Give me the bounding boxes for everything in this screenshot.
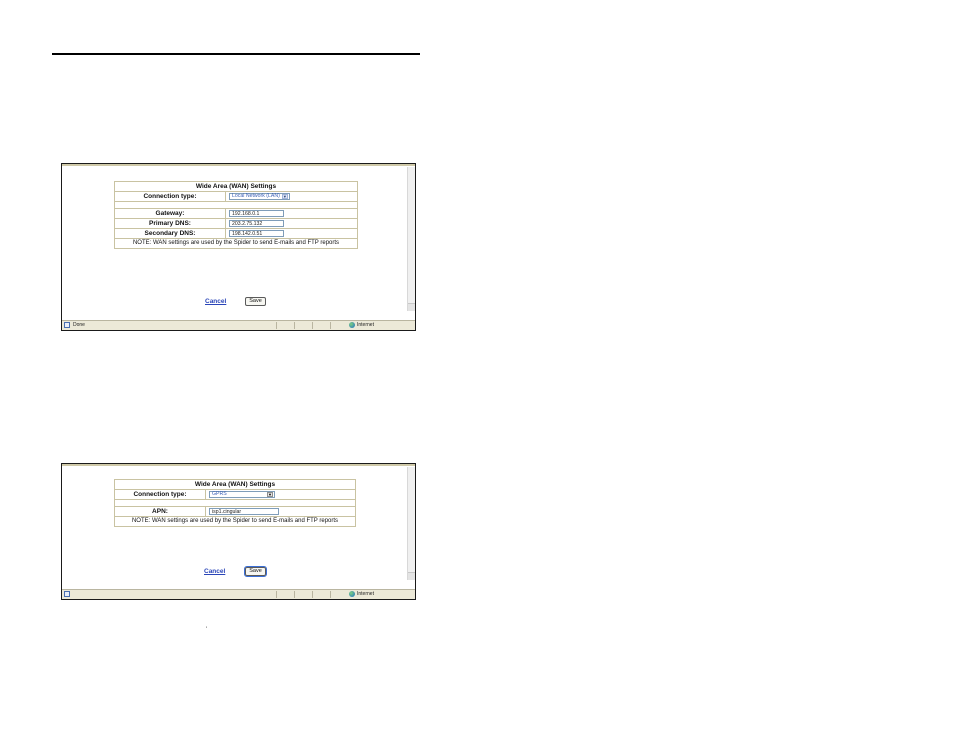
scroll-down-arrow[interactable] [408,572,415,580]
status-bar: Internet [62,589,415,599]
cancel-link[interactable]: Cancel [205,298,226,305]
wan-settings-title: Wide Area (WAN) Settings [114,181,358,192]
secondary-dns-label: Secondary DNS: [114,228,226,239]
wan-settings-table: Wide Area (WAN) Settings Connection type… [114,181,358,249]
apn-label: APN: [114,506,206,517]
cancel-link[interactable]: Cancel [204,568,225,575]
wan-note: NOTE: WAN settings are used by the Spide… [114,238,358,249]
status-bar: Done Internet [62,320,415,330]
primary-dns-label: Primary DNS: [114,218,226,229]
status-divider [294,322,295,329]
status-divider [312,591,313,598]
zone-text: Internet [357,322,374,328]
wan-note: NOTE: WAN settings are used by the Spide… [114,516,356,527]
connection-type-select[interactable]: Local Network (LAN) ▼ [229,192,290,200]
status-text: Done [73,322,85,328]
scroll-down-arrow[interactable] [408,303,415,311]
page-icon [64,591,70,597]
save-button[interactable]: Save [244,566,267,577]
connection-type-label: Connection type: [114,191,226,202]
connection-type-value: GPRS [212,490,227,497]
save-button[interactable]: Save [245,297,266,306]
globe-icon [349,591,355,597]
gateway-input[interactable]: 192.168.0.1 [229,209,284,217]
connection-type-label: Connection type: [114,489,206,500]
wan-settings-screenshot-gprs: Wide Area (WAN) Settings Connection type… [61,463,416,600]
primary-dns-input[interactable]: 203.2.75.132 [229,219,284,227]
apn-input[interactable]: isp1.cingular [209,507,279,515]
gateway-label: Gateway: [114,208,226,219]
status-divider [330,591,331,598]
vertical-scrollbar[interactable] [407,167,415,311]
apn-cell: isp1.cingular [205,506,356,517]
connection-type-cell: Local Network (LAN) ▼ [225,191,358,202]
wan-settings-screenshot-lan: Wide Area (WAN) Settings Connection type… [61,163,416,331]
spacer-row [114,499,356,507]
status-divider [276,591,277,598]
secondary-dns-cell: 198.142.0.51 [225,228,358,239]
spacer-row [114,201,358,209]
status-divider [294,591,295,598]
wan-settings-title: Wide Area (WAN) Settings [114,479,356,490]
connection-type-select[interactable]: GPRS ▼ [209,490,275,498]
top-divider [62,464,415,466]
gateway-cell: 192.168.0.1 [225,208,358,219]
vertical-scrollbar[interactable] [407,467,415,580]
secondary-dns-input[interactable]: 198.142.0.51 [229,229,284,237]
page-icon [64,322,70,328]
status-divider [330,322,331,329]
stray-mark: ' [206,627,208,633]
connection-type-cell: GPRS ▼ [205,489,356,500]
wan-settings-table: Wide Area (WAN) Settings Connection type… [114,479,356,527]
chevron-down-icon[interactable]: ▼ [281,193,288,199]
zone-text: Internet [357,591,374,597]
top-divider [62,164,415,166]
status-divider [276,322,277,329]
globe-icon [349,322,355,328]
connection-type-value: Local Network (LAN) [232,192,280,199]
top-rule [52,53,420,55]
primary-dns-cell: 203.2.75.132 [225,218,358,229]
chevron-down-icon[interactable]: ▼ [267,491,273,497]
status-divider [312,322,313,329]
